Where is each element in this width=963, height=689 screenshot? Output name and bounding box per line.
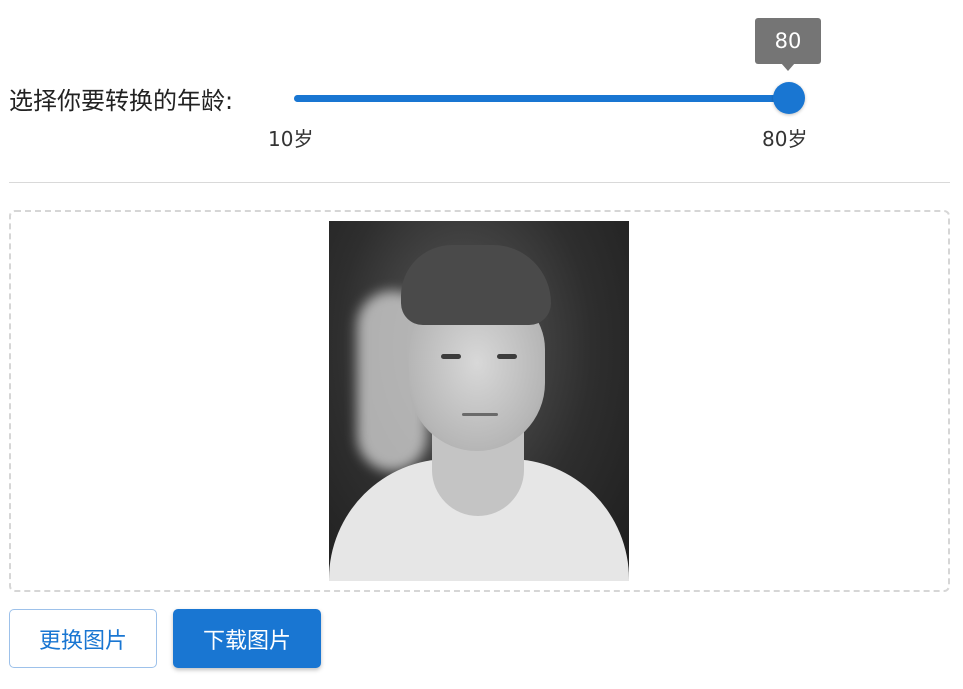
age-label: 选择你要转换的年龄: — [9, 87, 234, 115]
slider-value-tooltip: 80 — [755, 18, 821, 71]
image-preview-area[interactable] — [9, 210, 950, 592]
slider-track[interactable] — [294, 95, 789, 102]
divider — [9, 182, 950, 183]
photo-mouth — [462, 413, 498, 416]
portrait-photo — [329, 221, 629, 581]
slider-min-label: 10岁 — [268, 127, 314, 151]
slider-thumb[interactable] — [773, 82, 805, 114]
slider-max-label: 80岁 — [762, 127, 808, 151]
download-image-button[interactable]: 下载图片 — [173, 609, 321, 668]
age-selector: 选择你要转换的年龄: 80 10岁 80岁 — [0, 0, 963, 170]
age-slider[interactable] — [288, 70, 808, 130]
change-image-button[interactable]: 更换图片 — [9, 609, 157, 668]
photo-hair — [401, 245, 551, 325]
photo-eye-right — [497, 354, 517, 359]
photo-eye-left — [441, 354, 461, 359]
